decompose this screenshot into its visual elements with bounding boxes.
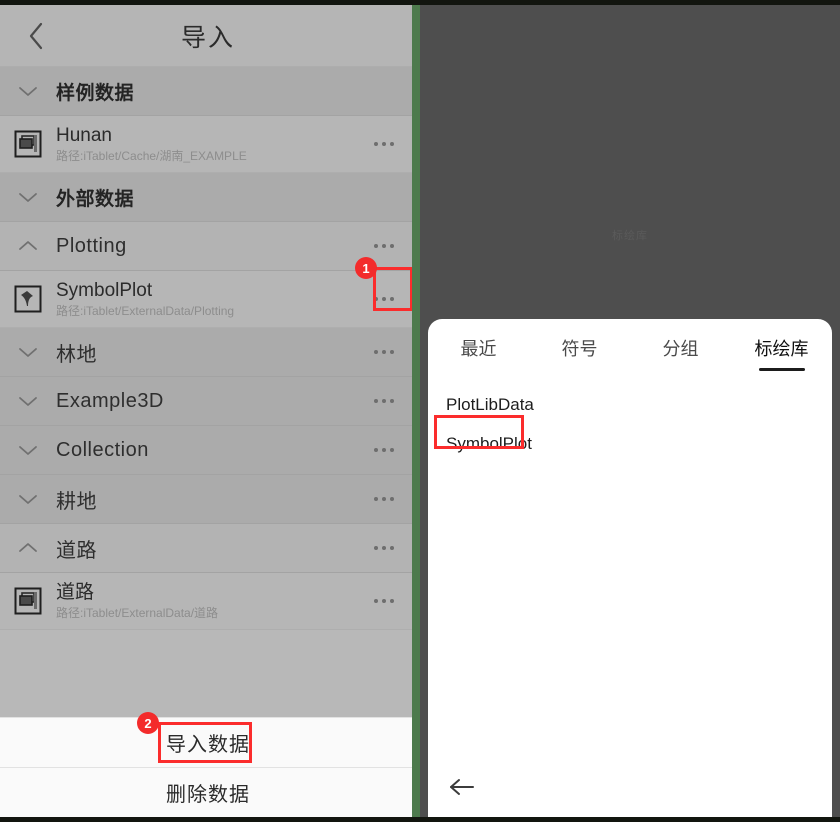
chevron-down-icon [0, 395, 56, 407]
folder-label: Plotting [56, 234, 127, 257]
chevron-up-icon [0, 240, 56, 252]
chevron-up-icon [0, 542, 56, 554]
navigation-header: 导入 [0, 5, 416, 67]
list-item-hunan[interactable]: Hunan 路径:iTablet/Cache/湖南_EXAMPLE [0, 116, 416, 173]
tab-recent[interactable]: 最近 [428, 335, 529, 371]
list-item-label: SymbolPlot [446, 433, 532, 453]
list-item-path: 路径:iTablet/ExternalData/Plotting [56, 303, 235, 318]
list-item-title: Hunan [56, 124, 112, 146]
list-item-label: PlotLibData [446, 394, 534, 414]
folder-row-gengdi[interactable]: 耕地 [0, 475, 416, 524]
list-item-title: 道路 [56, 581, 95, 603]
symbol-library-sheet: 最近 符号 分组 标绘库 PlotLibData SymbolPlot [428, 319, 832, 817]
symbolplot-row-menu[interactable] [364, 286, 404, 312]
list-item-path: 路径:iTablet/ExternalData/道路 [56, 605, 219, 620]
plot-library-list: PlotLibData SymbolPlot [428, 377, 832, 463]
list-item-text: SymbolPlot 路径:iTablet/ExternalData/Plott… [56, 280, 234, 319]
group-header-external-data[interactable]: 外部数据 [0, 173, 416, 222]
list-item-plotlibdata[interactable]: PlotLibData [428, 385, 832, 424]
more-dots-icon[interactable] [364, 588, 404, 614]
list-item-daolu[interactable]: 道路 路径:iTablet/ExternalData/道路 [0, 573, 416, 630]
folder-label: 林地 [56, 343, 97, 366]
screen-top-border [0, 0, 840, 5]
step-badge-2: 2 [137, 712, 159, 734]
list-item-path: 路径:iTablet/Cache/湖南_EXAMPLE [56, 148, 247, 163]
folder-row-collection[interactable]: Collection [0, 426, 416, 475]
page-title: 导入 [180, 23, 235, 52]
more-dots-icon[interactable] [364, 535, 404, 561]
arrow-left-icon[interactable] [448, 770, 492, 804]
tab-symbol[interactable]: 符号 [529, 335, 630, 371]
back-chevron-icon[interactable] [14, 5, 58, 67]
folder-row-daolu[interactable]: 道路 [0, 524, 416, 573]
list-item-symbolplot[interactable]: SymbolPlot 路径:iTablet/ExternalData/Plott… [0, 271, 416, 328]
symbol-plot-icon [0, 285, 56, 313]
screen-bottom-border [0, 817, 840, 822]
folder-row-lindi[interactable]: 林地 [0, 328, 416, 377]
group-label: 外部数据 [56, 188, 135, 210]
tab-plot-library[interactable]: 标绘库 [731, 335, 832, 371]
folder-row-plotting[interactable]: Plotting [0, 222, 416, 271]
group-label: 样例数据 [56, 82, 135, 104]
bottom-action-bar: 导入数据 删除数据 [0, 717, 416, 817]
chevron-down-icon [0, 85, 56, 97]
folder-label: Example3D [56, 389, 164, 412]
chevron-down-icon [0, 493, 56, 505]
chevron-down-icon [0, 346, 56, 358]
more-dots-icon[interactable] [364, 486, 404, 512]
folder-label: 道路 [56, 539, 97, 562]
panel-divider [412, 0, 420, 822]
app-screen: 导入 样例数据 Hunan 路径:iTablet/Cache/湖南_EXAMPL… [0, 0, 840, 822]
dataset-stack-icon [0, 587, 56, 615]
list-item-title: SymbolPlot [56, 279, 153, 301]
group-header-sample-data[interactable]: 样例数据 [0, 67, 416, 116]
folder-label: 耕地 [56, 490, 97, 513]
delete-data-button[interactable]: 删除数据 [0, 767, 416, 817]
folder-row-example3d[interactable]: Example3D [0, 377, 416, 426]
watermark-text: 标绘库 [612, 230, 648, 242]
list-item-symbolplot-lib[interactable]: SymbolPlot [428, 424, 832, 463]
more-dots-icon[interactable] [364, 388, 404, 414]
map-dim-overlay-panel: 标绘库 最近 符号 分组 标绘库 PlotLibData SymbolPlot [420, 5, 840, 817]
step-badge-1: 1 [355, 257, 377, 279]
sheet-tabbar: 最近 符号 分组 标绘库 [428, 319, 832, 377]
list-item-text: Hunan 路径:iTablet/Cache/湖南_EXAMPLE [56, 125, 247, 164]
chevron-down-icon [0, 444, 56, 456]
folder-label: Collection [56, 438, 149, 461]
list-item-text: 道路 路径:iTablet/ExternalData/道路 [56, 582, 218, 621]
more-dots-icon[interactable] [364, 131, 404, 157]
more-dots-icon[interactable] [364, 233, 404, 259]
import-data-button[interactable]: 导入数据 [0, 717, 416, 767]
more-dots-icon[interactable] [364, 339, 404, 365]
tab-group[interactable]: 分组 [630, 335, 731, 371]
dataset-stack-icon [0, 130, 56, 158]
more-dots-icon[interactable] [364, 437, 404, 463]
chevron-down-icon [0, 191, 56, 203]
import-panel: 导入 样例数据 Hunan 路径:iTablet/Cache/湖南_EXAMPL… [0, 5, 416, 817]
data-source-list: 样例数据 Hunan 路径:iTablet/Cache/湖南_EXAMPLE 外… [0, 67, 416, 630]
